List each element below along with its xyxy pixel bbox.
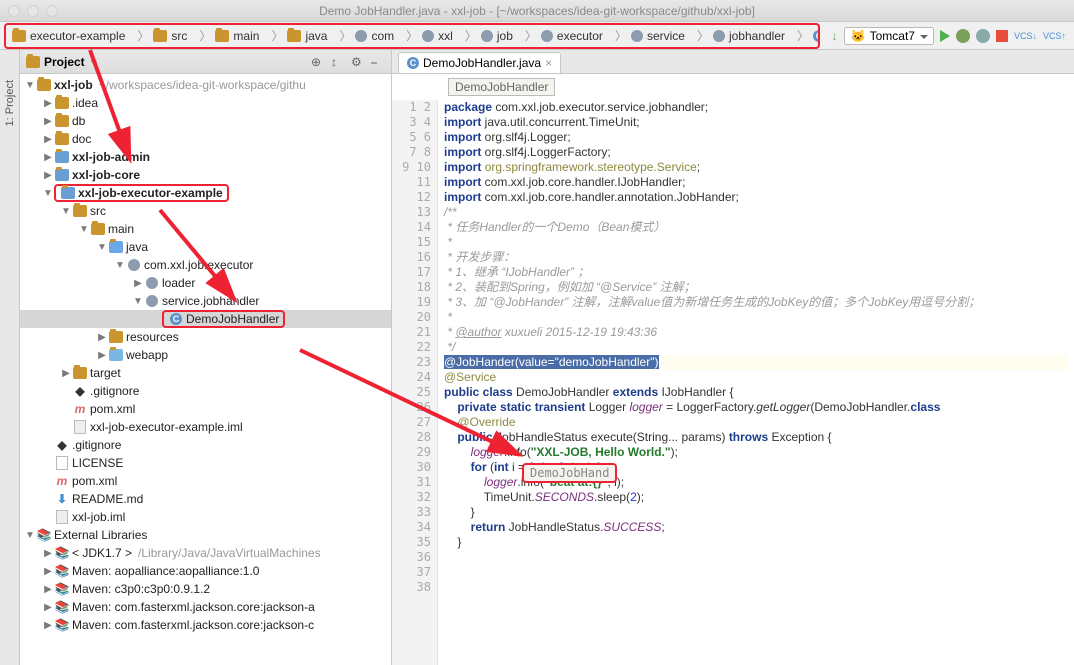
editor-area: C DemoJobHandler.java × DemoJobHandler 1…: [392, 50, 1074, 665]
breadcrumb-hint[interactable]: DemoJobHandler: [448, 78, 555, 96]
tree-node[interactable]: ▶📚Maven: com.fasterxml.jackson.core:jack…: [20, 598, 391, 616]
close-tab-icon[interactable]: ×: [545, 56, 552, 70]
tree-node[interactable]: ▼📚External Libraries: [20, 526, 391, 544]
breadcrumb-item[interactable]: 〉src: [131, 27, 193, 44]
tree-node[interactable]: ▼java: [20, 238, 391, 256]
project-header-title: Project: [44, 55, 85, 69]
tree-node[interactable]: ▶xxl-job-core: [20, 166, 391, 184]
tomcat-icon: 🐱: [851, 29, 866, 43]
tree-node[interactable]: ▶📚Maven: com.fasterxml.jackson.core:jack…: [20, 616, 391, 634]
breadcrumb-item[interactable]: 〉executor: [519, 27, 609, 44]
coverage-button[interactable]: [976, 29, 990, 43]
tree-node[interactable]: CDemoJobHandler: [20, 310, 391, 328]
vcs-commit-icon[interactable]: VCS↑: [1043, 31, 1066, 41]
tree-node[interactable]: ▶.idea: [20, 94, 391, 112]
breadcrumb-item[interactable]: 〉main: [193, 27, 265, 44]
collapse-all-icon[interactable]: ↕: [331, 55, 345, 69]
tree-node[interactable]: ▶db: [20, 112, 391, 130]
tree-node[interactable]: mpom.xml: [20, 400, 391, 418]
tree-node[interactable]: ▼service.jobhandler: [20, 292, 391, 310]
window-titlebar: Demo JobHandler.java - xxl-job - [~/work…: [0, 0, 1074, 22]
tree-node[interactable]: ▶xxl-job-admin: [20, 148, 391, 166]
code-editor[interactable]: 1 2 3 4 5 6 7 8 9 10 11 12 13 14 15 16 1…: [392, 100, 1074, 665]
breadcrumb-item[interactable]: 〉service: [609, 27, 691, 44]
tab-label: DemoJobHandler.java: [423, 56, 541, 70]
run-button[interactable]: [940, 30, 950, 42]
tree-node[interactable]: ▶webapp: [20, 346, 391, 364]
window-title: Demo JobHandler.java - xxl-job - [~/work…: [319, 4, 755, 18]
breadcrumb-item[interactable]: 〉xxl: [400, 27, 459, 44]
breadcrumb-item[interactable]: executor-example: [6, 29, 131, 43]
tree-node[interactable]: ▼main: [20, 220, 391, 238]
tree-node[interactable]: ◆.gitignore: [20, 436, 391, 454]
tree-node[interactable]: ▼xxl-job-executor-example: [20, 184, 391, 202]
tree-node[interactable]: mpom.xml: [20, 472, 391, 490]
settings-icon[interactable]: ⚙: [351, 55, 365, 69]
class-icon: C: [407, 57, 419, 69]
tree-node[interactable]: LICENSE: [20, 454, 391, 472]
tree-node[interactable]: ▶doc: [20, 130, 391, 148]
tree-node[interactable]: xxl-job.iml: [20, 508, 391, 526]
tree-node[interactable]: ▶target: [20, 364, 391, 382]
breadcrumb-item[interactable]: 〉CDemoJobHandler: [791, 27, 820, 44]
tool-window-strip[interactable]: 1: Project: [0, 50, 20, 665]
stop-button[interactable]: [996, 30, 1008, 42]
scroll-from-source-icon[interactable]: ⊕: [311, 55, 325, 69]
tree-node[interactable]: ▼src: [20, 202, 391, 220]
tree-node[interactable]: ▶📚Maven: c3p0:c3p0:0.9.1.2: [20, 580, 391, 598]
hide-icon[interactable]: ⎯: [371, 55, 385, 69]
tree-node[interactable]: ◆.gitignore: [20, 382, 391, 400]
vcs-update-icon[interactable]: VCS↓: [1014, 31, 1037, 41]
tree-node[interactable]: ▶resources: [20, 328, 391, 346]
editor-tab[interactable]: C DemoJobHandler.java ×: [398, 52, 561, 73]
run-configuration[interactable]: 🐱 Tomcat7: [844, 27, 934, 45]
tree-node[interactable]: ▶loader: [20, 274, 391, 292]
tree-node[interactable]: ⬇README.md: [20, 490, 391, 508]
project-tool-label[interactable]: 1: Project: [4, 80, 16, 126]
breadcrumb-bar[interactable]: executor-example〉src〉main〉java〉com〉xxl〉j…: [4, 23, 820, 49]
quickdoc-tooltip: DemoJobHand: [522, 463, 617, 483]
tree-node[interactable]: xxl-job-executor-example.iml: [20, 418, 391, 436]
run-config-label: Tomcat7: [870, 29, 915, 43]
tree-node[interactable]: ▶📚Maven: aopalliance:aopalliance:1.0: [20, 562, 391, 580]
tree-node[interactable]: ▼com.xxl.job.executor: [20, 256, 391, 274]
breadcrumb-item[interactable]: 〉com: [333, 27, 400, 44]
debug-button[interactable]: [956, 29, 970, 43]
breadcrumb-item[interactable]: 〉java: [265, 27, 333, 44]
tree-node[interactable]: ▶📚< JDK1.7 >/Library/Java/JavaVirtualMac…: [20, 544, 391, 562]
breadcrumb-item[interactable]: 〉job: [459, 27, 519, 44]
breadcrumb-item[interactable]: 〉jobhandler: [691, 27, 791, 44]
tree-node[interactable]: ▼xxl-job~/workspaces/idea-git-workspace/…: [20, 76, 391, 94]
traffic-lights[interactable]: [8, 5, 58, 17]
project-tree[interactable]: ▼xxl-job~/workspaces/idea-git-workspace/…: [20, 74, 391, 665]
project-panel: Project ▾ ⊕ ↕ ⚙ ⎯ ▼xxl-job~/workspaces/i…: [20, 50, 392, 665]
